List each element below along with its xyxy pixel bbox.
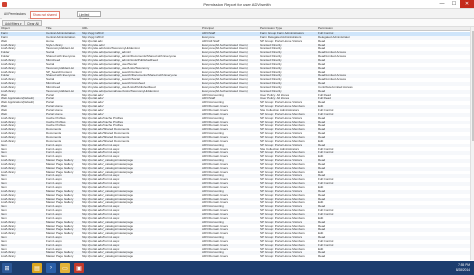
column-header-permission[interactable]: Permission — [317, 27, 367, 31]
title-bar: Permission Report for user ADV\smith — ☐… — [0, 0, 474, 9]
minimize-button[interactable]: — — [436, 0, 448, 8]
tab-show-not-shared[interactable]: Show not shared — [29, 11, 60, 19]
maximize-button[interactable]: ☐ — [448, 0, 460, 8]
table-cell: SP Group: Portal Home Members — [260, 255, 305, 259]
filter-tabs: All Permissions Show not shared — [2, 11, 60, 19]
permissions-grid: Object Title URL Principal Permission Ty… — [0, 27, 474, 260]
table-cell: http://portal.adv/_catalogs/masterpage — [82, 255, 134, 259]
vertical-scrollbar[interactable] — [470, 27, 474, 260]
permission-filter-input[interactable]: Limited Access — [77, 11, 101, 21]
column-header-permission-type[interactable]: Permission Type — [259, 27, 315, 31]
taskbar: 7:55 PM 8/28/2014 ⊞ ▤ › ▭ ▣ — [0, 261, 474, 275]
column-header-principal[interactable]: Principal — [201, 27, 257, 31]
grid-header: Object Title URL Principal Permission Ty… — [0, 27, 474, 31]
close-button[interactable]: ✕ — [460, 0, 474, 8]
table-cell: ADV\Domain Users — [202, 255, 229, 259]
system-tray-clock[interactable]: 7:55 PM 8/28/2014 — [456, 263, 470, 272]
clock-time: 7:55 PM — [458, 263, 470, 267]
window-controls: — ☐ ✕ — [436, 0, 474, 8]
add-filters-button[interactable]: Add filters ▾ — [2, 20, 25, 26]
file-explorer-icon[interactable]: ▤ — [32, 263, 42, 273]
window-title: Permission Report for user ADV\smith — [203, 2, 271, 7]
column-header-object[interactable]: Object — [0, 27, 43, 31]
start-icon[interactable]: ⊞ — [2, 263, 12, 273]
table-cell: Master Page Gallery — [46, 255, 74, 259]
table-row[interactable]: List/Library Master Page Gallery http://po… — [0, 255, 474, 259]
clock-date: 8/28/2014 — [455, 267, 470, 272]
column-header-title[interactable]: Title — [45, 27, 79, 31]
table-cell: List/Library — [1, 255, 16, 259]
filter-bar: All Permissions Show not shared Limited … — [0, 9, 474, 21]
report-app-icon[interactable]: ▣ — [74, 263, 84, 273]
column-header-url[interactable]: URL — [81, 27, 199, 31]
powershell-icon[interactable]: › — [46, 263, 56, 273]
tab-all-permissions[interactable]: All Permissions — [2, 11, 28, 19]
table-cell: Read — [318, 255, 326, 259]
toolbar: Add filters ▾ Clear All — [0, 19, 474, 27]
clear-all-button[interactable]: Clear All — [24, 20, 42, 26]
folder-icon[interactable]: ▭ — [60, 263, 70, 273]
